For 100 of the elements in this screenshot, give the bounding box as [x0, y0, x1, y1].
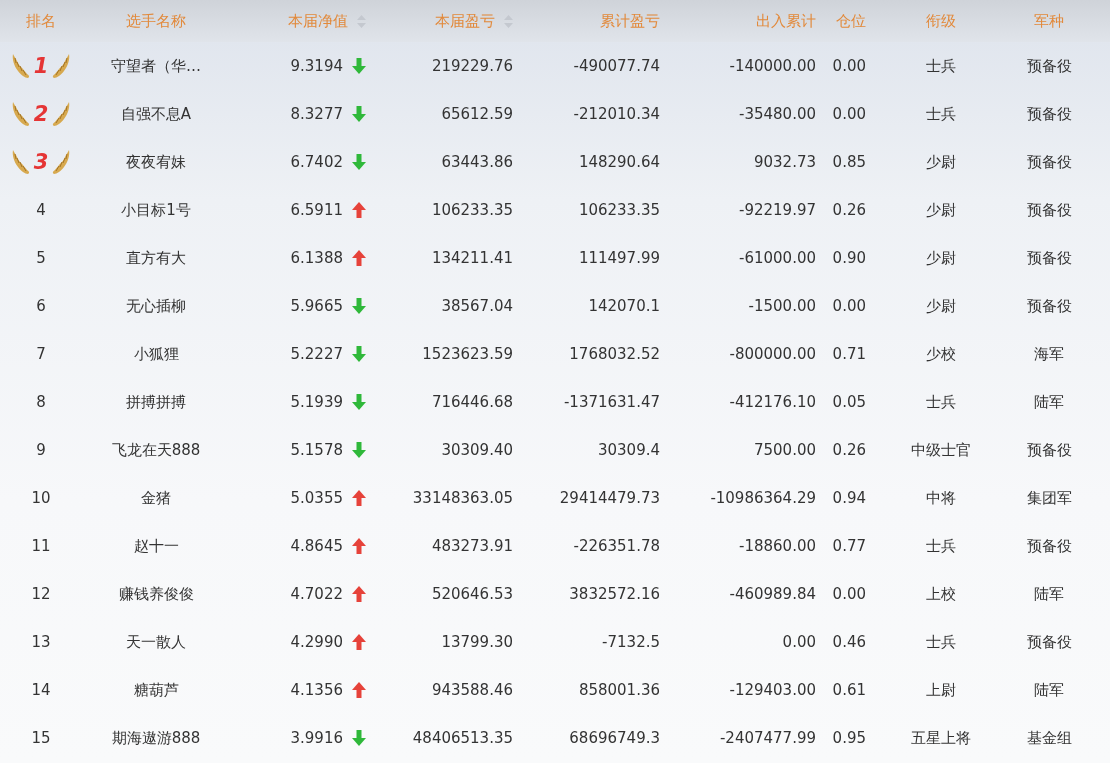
- table-cell: -2407477.99: [719, 729, 816, 747]
- player-name: 糖葫芦: [133, 680, 179, 700]
- table-cell: 0.77: [832, 537, 866, 555]
- column-header: 衔级: [926, 11, 956, 31]
- player-name: 天一散人: [126, 632, 186, 652]
- column-header: 出入累计: [756, 11, 816, 31]
- table-cell: 1768032.52: [569, 345, 660, 363]
- table-cell: 预备役: [1026, 248, 1072, 268]
- rank-number: 3: [33, 150, 49, 174]
- table-cell: 少尉: [926, 152, 956, 172]
- table-cell: -129403.00: [729, 681, 816, 699]
- table-cell: 少尉: [926, 296, 956, 316]
- table-cell: 海军: [1034, 344, 1064, 364]
- rank-number: 11: [31, 537, 51, 555]
- table-cell: 0.71: [832, 345, 866, 363]
- table-cell: 9.3194: [290, 57, 343, 75]
- table-cell: 106233.35: [578, 201, 660, 219]
- table-cell: 预备役: [1026, 632, 1072, 652]
- table-cell: 148290.64: [578, 153, 660, 171]
- table-cell: 48406513.35: [412, 729, 513, 747]
- table-cell: -1371631.47: [563, 393, 660, 411]
- table-cell: 111497.99: [578, 249, 660, 267]
- table-cell: 943588.46: [431, 681, 513, 699]
- player-name: 守望者（华…: [111, 56, 201, 76]
- table-cell: 858001.36: [578, 681, 660, 699]
- rank-number: 7: [36, 345, 46, 363]
- table-cell: 0.95: [832, 729, 866, 747]
- table-cell: 0.61: [832, 681, 866, 699]
- table-cell: 少尉: [926, 248, 956, 268]
- player-name: 赚钱养俊俊: [118, 584, 194, 604]
- table-cell: 6.1388: [290, 249, 343, 267]
- table-cell: 5.0355: [290, 489, 343, 507]
- table-cell: 5.9665: [290, 297, 343, 315]
- wing-icon: [52, 149, 71, 175]
- table-cell: 士兵: [926, 536, 956, 556]
- table-cell: 0.46: [832, 633, 866, 651]
- table-cell: 4.1356: [290, 681, 343, 699]
- table-cell: 219229.76: [431, 57, 513, 75]
- rank-number: 8: [36, 393, 46, 411]
- table-cell: 13799.30: [441, 633, 513, 651]
- table-cell: 预备役: [1026, 200, 1072, 220]
- table-cell: 预备役: [1026, 296, 1072, 316]
- table-cell: 7500.00: [753, 441, 816, 459]
- table-cell: 0.00: [832, 297, 866, 315]
- rank-number: 4: [36, 201, 46, 219]
- table-cell: 142070.1: [588, 297, 660, 315]
- table-cell: 65612.59: [441, 105, 513, 123]
- table-cell: -800000.00: [729, 345, 816, 363]
- table-cell: -35480.00: [739, 105, 816, 123]
- table-cell: -1500.00: [748, 297, 816, 315]
- table-cell: 0.90: [832, 249, 866, 267]
- player-name: 直方有大: [126, 248, 186, 268]
- table-cell: -140000.00: [729, 57, 816, 75]
- player-name: 自强不息A: [120, 104, 192, 124]
- wing-icon: [52, 101, 71, 127]
- table-cell: 少校: [926, 344, 956, 364]
- wing-icon: [11, 149, 30, 175]
- table-cell: 0.26: [832, 441, 866, 459]
- column-header: 军种: [1034, 11, 1064, 31]
- column-header: 排名: [26, 11, 56, 31]
- table-cell: 68696749.3: [569, 729, 660, 747]
- table-cell: 0.85: [832, 153, 866, 171]
- table-cell: 716446.68: [431, 393, 513, 411]
- table-cell: 上校: [926, 584, 956, 604]
- table-cell: 0.00: [832, 585, 866, 603]
- player-name: 小狐狸: [133, 344, 179, 364]
- table-cell: 30309.40: [441, 441, 513, 459]
- player-name: 夜夜宥妹: [126, 152, 186, 172]
- table-cell: -212010.34: [573, 105, 660, 123]
- table-cell: 5.2227: [290, 345, 343, 363]
- table-cell: 预备役: [1026, 104, 1072, 124]
- player-name: 飞龙在天888: [111, 440, 201, 460]
- table-cell: 520646.53: [431, 585, 513, 603]
- column-header: 累计盈亏: [600, 11, 660, 31]
- rank-number: 5: [36, 249, 46, 267]
- table-cell: 预备役: [1026, 536, 1072, 556]
- table-cell: 陆军: [1034, 392, 1064, 412]
- rank-number: 1: [33, 54, 49, 78]
- table-cell: -460989.84: [729, 585, 816, 603]
- table-cell: 士兵: [926, 104, 956, 124]
- table-cell: 0.94: [832, 489, 866, 507]
- wing-icon: [11, 53, 30, 79]
- rank-number: 15: [31, 729, 51, 747]
- table-cell: 29414479.73: [559, 489, 660, 507]
- wing-icon: [11, 101, 30, 127]
- table-cell: -18860.00: [739, 537, 816, 555]
- table-cell: 士兵: [926, 392, 956, 412]
- column-header[interactable]: 本届盈亏: [435, 11, 495, 31]
- table-cell: 5.1939: [290, 393, 343, 411]
- rank-number: 2: [33, 102, 49, 126]
- table-cell: 士兵: [926, 56, 956, 76]
- player-name: 小目标1号: [121, 200, 191, 220]
- table-cell: 4.2990: [290, 633, 343, 651]
- column-header[interactable]: 本届净值: [288, 11, 348, 31]
- table-cell: 106233.35: [431, 201, 513, 219]
- table-cell: 中将: [926, 488, 956, 508]
- table-cell: 63443.86: [441, 153, 513, 171]
- table-cell: 预备役: [1026, 152, 1072, 172]
- table-cell: 陆军: [1034, 680, 1064, 700]
- table-cell: -7132.5: [602, 633, 660, 651]
